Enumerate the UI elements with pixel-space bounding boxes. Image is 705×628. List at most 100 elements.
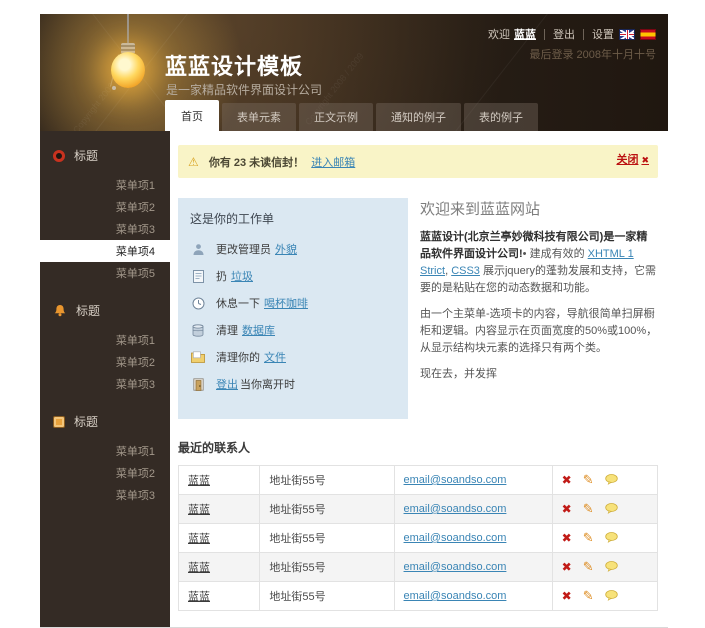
close-x-icon[interactable]: ✖ [641, 155, 649, 165]
logout-link[interactable]: 登出 [553, 26, 575, 42]
worklist-title: 这是你的工作单 [190, 210, 398, 227]
contact-email-link[interactable]: email@soandso.com [404, 474, 507, 486]
contact-name-link[interactable]: 蓝蓝 [188, 533, 210, 545]
delete-icon[interactable]: ✖ [562, 502, 572, 516]
welcome-paragraph-3: 现在去，并发挥 [420, 366, 658, 383]
worklist-link-appearance[interactable]: 外貌 [275, 241, 297, 257]
welcome-text: • 建成有效的 [523, 248, 588, 260]
comment-icon[interactable] [605, 474, 618, 488]
welcome-paragraph-2: 由一个主菜单-选项卡的内容，导航很简单扫屏橱柜和逻辑。内容显示在页面宽度的50%… [420, 306, 658, 357]
table-row: 蓝蓝 地址街55号 email@soandso.com ✖ ✎ [179, 466, 658, 495]
worklist-link-database[interactable]: 数据库 [242, 322, 275, 338]
contact-address: 地址街55号 [269, 475, 325, 487]
sidebar-section-1-items: 菜单项1 菜单项2 菜单项3 菜单项4 菜单项5 [40, 174, 170, 284]
folder-icon [190, 350, 206, 364]
recent-contacts-section: 最近的联系人 蓝蓝 地址街55号 email@soandso.com ✖ ✎ 蓝… [178, 439, 658, 611]
worklist-text: 清理 [216, 322, 238, 338]
sidebar-item-menu4-active[interactable]: 菜单项4 [40, 240, 170, 262]
sidebar-item-menu1[interactable]: 菜单项1 [40, 329, 170, 351]
content-columns: 这是你的工作单 更改管理员 外貌 [178, 198, 658, 419]
contact-name-link[interactable]: 蓝蓝 [188, 562, 210, 574]
sidebar-item-menu2[interactable]: 菜单项2 [40, 462, 170, 484]
contact-name-link[interactable]: 蓝蓝 [188, 504, 210, 516]
uk-flag-icon[interactable] [619, 29, 635, 40]
worklist-item-files: 清理你的 文件 [190, 349, 398, 365]
site-subtitle: 是一家精品软件界面设计公司 [166, 81, 322, 98]
spain-flag-icon[interactable] [640, 29, 656, 40]
edit-icon[interactable]: ✎ [583, 501, 594, 516]
tab-home[interactable]: 首页 [165, 100, 219, 131]
alert-text: 你有 23 未读信封！ [209, 157, 304, 169]
edit-icon[interactable]: ✎ [583, 559, 594, 574]
sidebar-item-menu2[interactable]: 菜单项2 [40, 351, 170, 373]
main-tabs: 首页 表单元素 正文示例 通知的例子 表的例子 [165, 100, 541, 131]
edit-icon[interactable]: ✎ [583, 530, 594, 545]
sidebar-item-menu1[interactable]: 菜单项1 [40, 174, 170, 196]
contact-name-link[interactable]: 蓝蓝 [188, 591, 210, 603]
contact-email-link[interactable]: email@soandso.com [404, 561, 507, 573]
sidebar-section-2-header: 标题 [40, 302, 170, 319]
worklist-item-logout: 登出 当你离开时 [190, 376, 398, 392]
divider [583, 29, 584, 40]
box-icon [53, 416, 65, 428]
worklist-text: 清理你的 [216, 349, 260, 365]
delete-icon[interactable]: ✖ [562, 589, 572, 603]
delete-icon[interactable]: ✖ [562, 560, 572, 574]
worklist-link-files[interactable]: 文件 [264, 349, 286, 365]
comment-icon[interactable] [605, 532, 618, 546]
section-title: 标题 [74, 413, 98, 430]
contacts-table: 蓝蓝 地址街55号 email@soandso.com ✖ ✎ 蓝蓝 地址街55… [178, 465, 658, 611]
worklist-text: 扔 [216, 268, 227, 284]
contact-email-link[interactable]: email@soandso.com [404, 503, 507, 515]
sidebar-item-menu3[interactable]: 菜单项3 [40, 373, 170, 395]
go-to-mailbox-link[interactable]: 进入邮箱 [311, 157, 355, 169]
comment-icon[interactable] [605, 503, 618, 517]
section-title: 标题 [76, 302, 100, 319]
welcome-heading: 欢迎来到蓝蓝网站 [420, 198, 658, 219]
site-title: 蓝蓝设计模板 [165, 49, 303, 81]
worklist-item-break: 休息一下 喝杯咖啡 [190, 295, 398, 311]
contact-name-link[interactable]: 蓝蓝 [188, 475, 210, 487]
sidebar-section-3-header: 标题 [40, 413, 170, 430]
section-title: 标题 [74, 147, 98, 164]
username-link[interactable]: 蓝蓝 [514, 26, 536, 42]
comment-icon[interactable] [605, 590, 618, 604]
contact-email-link[interactable]: email@soandso.com [404, 590, 507, 602]
table-row: 蓝蓝 地址街55号 email@soandso.com ✖ ✎ [179, 553, 658, 582]
comment-icon[interactable] [605, 561, 618, 575]
table-row: 蓝蓝 地址街55号 email@soandso.com ✖ ✎ [179, 524, 658, 553]
settings-link[interactable]: 设置 [592, 26, 614, 42]
worklist-link-trash[interactable]: 垃圾 [231, 268, 253, 284]
tab-text-example[interactable]: 正文示例 [299, 103, 373, 131]
sidebar-item-menu3[interactable]: 菜单项3 [40, 484, 170, 506]
edit-icon[interactable]: ✎ [583, 588, 594, 603]
edit-icon[interactable]: ✎ [583, 472, 594, 487]
site-container: Copyright 2008 / 2009 Copyright 2008 / 2… [40, 14, 668, 532]
sidebar: 标题 菜单项1 菜单项2 菜单项3 菜单项4 菜单项5 标题 菜单项1 菜单项2… [40, 131, 170, 627]
tab-table-example[interactable]: 表的例子 [464, 103, 538, 131]
delete-icon[interactable]: ✖ [562, 531, 572, 545]
contact-email-link[interactable]: email@soandso.com [404, 532, 507, 544]
lightbulb-bead [112, 86, 116, 90]
css3-link[interactable]: CSS3 [451, 265, 480, 277]
clock-icon [190, 296, 206, 310]
tab-notification-example[interactable]: 通知的例子 [376, 103, 461, 131]
worklist-link-logout[interactable]: 登出 [216, 376, 238, 392]
worklist-item-trash: 扔 垃圾 [190, 268, 398, 284]
delete-icon[interactable]: ✖ [562, 473, 572, 487]
warning-icon: ⚠ [188, 155, 199, 169]
sidebar-item-menu1[interactable]: 菜单项1 [40, 440, 170, 462]
close-label[interactable]: 关闭 [616, 154, 638, 166]
note-icon [190, 269, 206, 283]
alert-close-button[interactable]: 关闭✖ [616, 151, 649, 167]
table-row: 蓝蓝 地址街55号 email@soandso.com ✖ ✎ [179, 582, 658, 611]
tab-form-elements[interactable]: 表单元素 [222, 103, 296, 131]
sidebar-item-menu5[interactable]: 菜单项5 [40, 262, 170, 284]
last-login-text: 最后登录 2008年十月十号 [529, 46, 656, 62]
sidebar-item-menu2[interactable]: 菜单项2 [40, 196, 170, 218]
worklist-link-coffee[interactable]: 喝杯咖啡 [264, 295, 308, 311]
lightbulb-icon [111, 52, 145, 88]
user-bar: 欢迎 蓝蓝 登出 设置 [488, 26, 656, 42]
sidebar-item-menu3[interactable]: 菜单项3 [40, 218, 170, 240]
sidebar-section-3-items: 菜单项1 菜单项2 菜单项3 [40, 440, 170, 506]
